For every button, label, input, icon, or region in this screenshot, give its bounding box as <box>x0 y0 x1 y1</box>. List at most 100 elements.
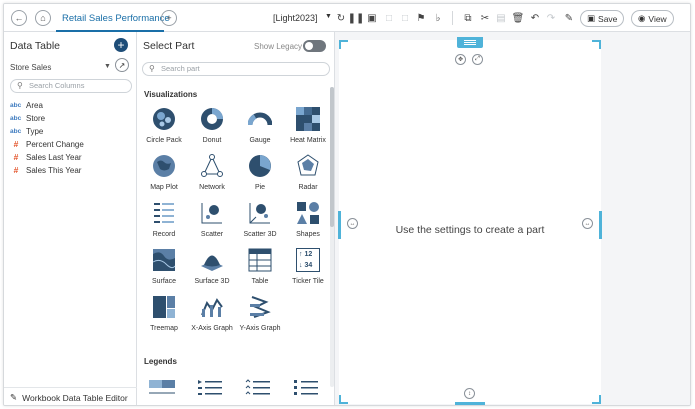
edit-icon: ✎ <box>10 392 18 402</box>
corner-handle[interactable] <box>592 395 601 404</box>
select-part-panel: Select Part Show Legacy ⚲ Search part Vis… <box>137 32 335 405</box>
part-label: Record <box>152 231 176 238</box>
plus-icon[interactable]: + <box>161 10 177 26</box>
part-heat-matrix[interactable]: Heat Matrix <box>284 107 332 152</box>
part-surface[interactable]: Surface <box>140 248 188 293</box>
part-menu-icon[interactable] <box>457 37 483 48</box>
column-name: Sales Last Year <box>26 152 82 162</box>
network-icon <box>201 154 223 177</box>
part-gauge[interactable]: Gauge <box>236 107 284 152</box>
ticker-value: 34 <box>304 262 313 269</box>
surface-icon <box>152 249 176 271</box>
cut-icon[interactable]: ✂ <box>478 11 492 25</box>
resize-bottom-handle[interactable] <box>455 402 485 405</box>
export-icon[interactable]: □ <box>382 11 396 25</box>
save-icon: ▣ <box>587 13 596 23</box>
column-item[interactable]: abc Area <box>10 99 43 111</box>
ticker-tile-icon: ↑ 12 ↓ 34 <box>296 248 320 272</box>
expand-icon[interactable]: ⤢ <box>472 54 483 65</box>
delete-icon[interactable]: 🗑 <box>511 11 525 25</box>
undo-icon[interactable]: ↶ <box>528 11 542 25</box>
part-donut[interactable]: Donut <box>188 107 236 152</box>
save-button[interactable]: ▣ Save <box>580 10 625 27</box>
part-label: Treemap <box>150 325 178 332</box>
part-scatter[interactable]: Scatter <box>188 201 236 246</box>
numeric-type-icon: # <box>13 152 19 162</box>
part-label: Gauge <box>249 137 271 144</box>
save-label: Save <box>598 13 618 24</box>
add-data-table-button[interactable]: + <box>114 38 128 52</box>
pause-icon[interactable]: ❚❚ <box>348 11 365 25</box>
column-item[interactable]: # Sales This Year <box>10 164 82 176</box>
show-legacy-toggle[interactable] <box>303 40 326 52</box>
chevron-down-icon[interactable]: ▼ <box>104 63 111 70</box>
column-item[interactable]: # Percent Change <box>10 138 84 150</box>
part-label: Network <box>199 184 225 191</box>
part-label: Y-Axis Graph <box>239 325 281 332</box>
part-network[interactable]: Network <box>188 154 236 199</box>
document-icon[interactable]: □ <box>398 11 412 25</box>
comment-icon[interactable]: ✎ <box>562 11 576 25</box>
part-surface-3d[interactable]: Surface 3D <box>188 248 236 293</box>
part-label: Circle Pack <box>146 137 182 144</box>
data-source-select[interactable]: Store Sales <box>10 63 51 72</box>
part-label: Pie <box>254 184 266 191</box>
text-type-icon: abc <box>10 101 22 109</box>
ticker-value: 12 <box>304 251 313 258</box>
part-ticker-tile[interactable]: ↑ 12 ↓ 34 Ticker Tile <box>284 248 332 293</box>
part-shapes[interactable]: Shapes <box>284 201 332 246</box>
home-icon[interactable]: ⌂ <box>35 10 51 26</box>
part-map-plot[interactable]: Map Plot <box>140 154 188 199</box>
part-radar[interactable]: Radar <box>284 154 332 199</box>
resize-vertical-icon[interactable]: ↕ <box>464 388 475 399</box>
search-placeholder: Search Columns <box>29 81 85 90</box>
corner-handle[interactable] <box>339 40 348 49</box>
y-axis-graph-icon <box>250 296 271 318</box>
column-name: Area <box>26 100 43 110</box>
view-button[interactable]: ◉ View <box>631 10 674 27</box>
move-icon[interactable]: ✥ <box>455 54 466 65</box>
snapshot-icon[interactable]: ▣ <box>365 11 379 25</box>
part-table[interactable]: Table <box>236 248 284 293</box>
column-item[interactable]: abc Store <box>10 112 45 124</box>
view-label: View <box>648 13 667 24</box>
column-item[interactable]: # Sales Last Year <box>10 151 82 163</box>
search-columns-input[interactable]: ⚲ Search Columns <box>10 79 132 93</box>
part-drop-area[interactable]: ✥ ⤢ ↔ ↔ Use the settings to create a par… <box>338 37 602 405</box>
scrollbar-thumb[interactable] <box>330 87 334 227</box>
footer-label: Workbook Data Table Editor <box>22 392 128 403</box>
search-part-input[interactable]: ⚲ Search part <box>142 62 330 76</box>
part-pie[interactable]: Pie <box>236 154 284 199</box>
bell-icon[interactable]: ♭ <box>431 11 445 25</box>
app-window: ← ⌂ Retail Sales Performance + [Light202… <box>3 3 691 406</box>
refresh-icon[interactable]: ↻ <box>334 11 348 25</box>
part-x-axis-graph[interactable]: X-Axis Graph <box>188 295 236 340</box>
pie-icon <box>249 155 271 177</box>
theme-selector[interactable]: [Light2023] <box>273 13 318 23</box>
chevron-down-icon[interactable]: ▼ <box>325 13 332 20</box>
tab-retail-sales-performance[interactable]: Retail Sales Performance <box>56 4 176 32</box>
part-record[interactable]: Record <box>140 201 188 246</box>
copy-icon[interactable]: ⧉ <box>461 11 475 25</box>
part-circle-pack[interactable]: Circle Pack <box>140 107 188 152</box>
arrow-left-icon[interactable]: ← <box>11 10 27 26</box>
column-item[interactable]: abc Type <box>10 125 43 137</box>
legend-gradient-icon[interactable] <box>149 378 175 398</box>
corner-handle[interactable] <box>339 395 348 404</box>
legend-bullet-icon[interactable] <box>293 378 319 398</box>
workbook-data-table-editor-button[interactable]: ✎ Workbook Data Table Editor <box>4 387 137 405</box>
donut-icon <box>201 108 223 130</box>
legend-line-icon[interactable] <box>245 378 271 398</box>
up-arrow-icon: ↑ <box>299 251 303 258</box>
bookmark-icon[interactable]: ⚑ <box>414 11 428 25</box>
paste-icon[interactable]: ▤ <box>494 11 508 25</box>
part-scatter-3d[interactable]: Scatter 3D <box>236 201 284 246</box>
part-label: Shapes <box>296 231 320 238</box>
corner-handle[interactable] <box>592 40 601 49</box>
legend-list-icon[interactable] <box>197 378 223 398</box>
part-treemap[interactable]: Treemap <box>140 295 188 340</box>
redo-icon[interactable]: ↷ <box>544 11 558 25</box>
search-placeholder: Search part <box>161 64 200 73</box>
open-link-icon[interactable]: ↗ <box>115 58 129 72</box>
part-y-axis-graph[interactable]: Y-Axis Graph <box>236 295 284 340</box>
